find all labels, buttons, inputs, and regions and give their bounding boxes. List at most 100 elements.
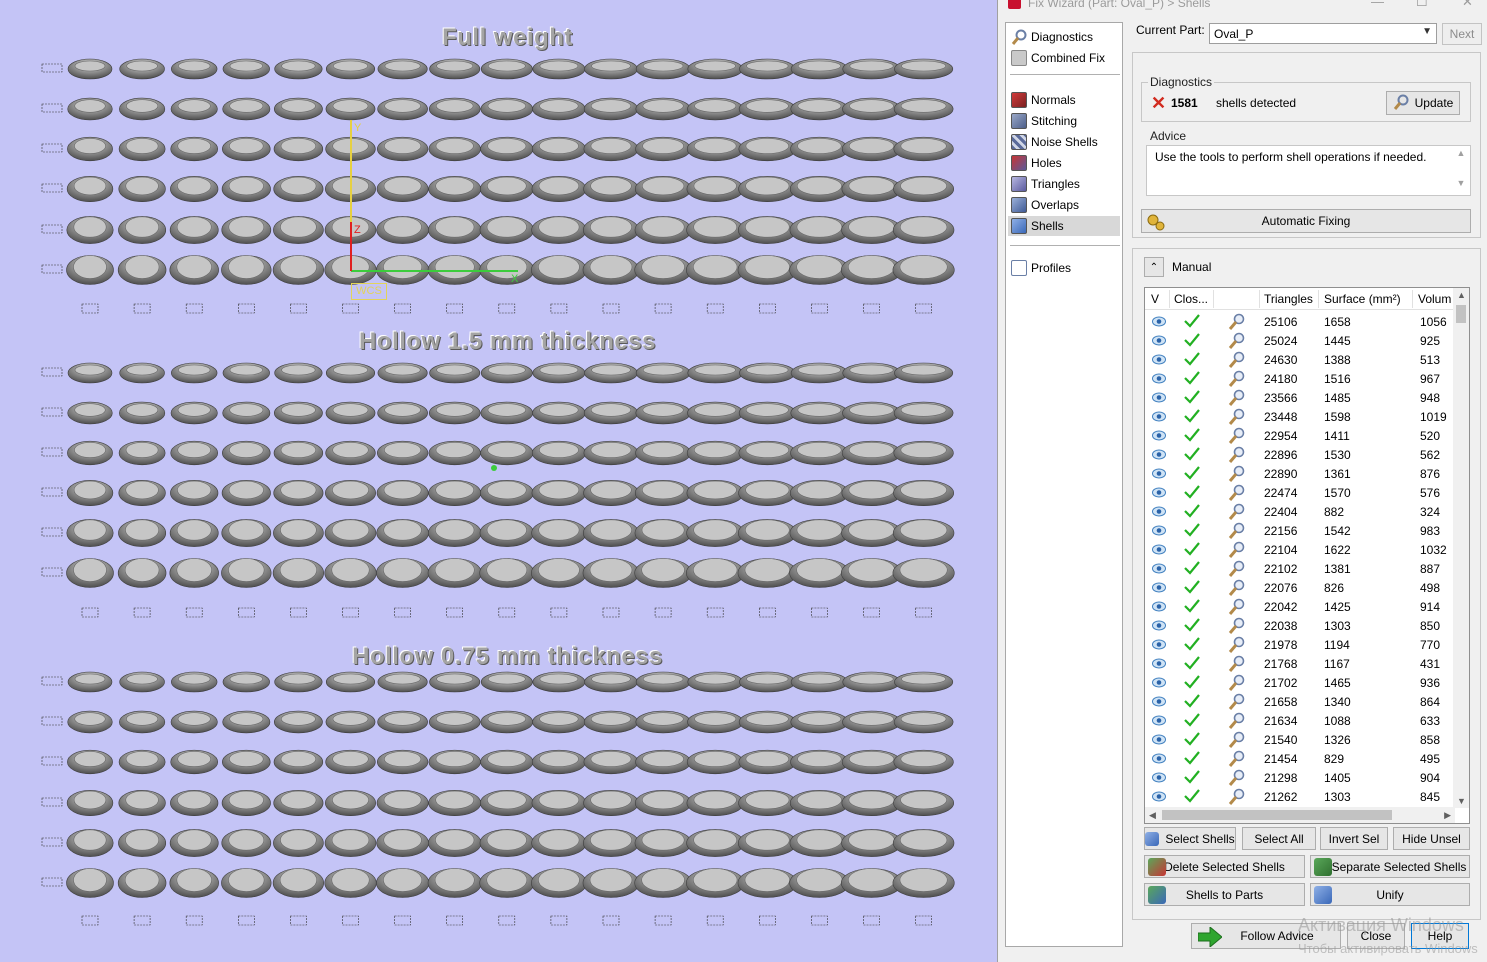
nav-item-noise-shells[interactable]: Noise Shells [1008,132,1120,152]
inspect-magnifier-icon[interactable] [1228,389,1246,407]
maximize-icon[interactable]: ☐ [1416,0,1428,10]
shells-table[interactable]: V Clos... Triangles Surface (mm²) Volum … [1144,287,1470,824]
table-row[interactable]: 21658 1340 864 [1145,692,1459,711]
invert-selection-button[interactable]: Invert Sel [1320,827,1388,850]
visibility-eye-icon[interactable] [1152,639,1166,650]
scroll-up-icon[interactable]: ▲ [1457,290,1466,300]
visibility-eye-icon[interactable] [1152,677,1166,688]
column-header-v[interactable]: V [1151,292,1159,306]
next-button[interactable]: Next [1442,23,1482,45]
visibility-eye-icon[interactable] [1152,525,1166,536]
table-row[interactable]: 21634 1088 633 [1145,711,1459,730]
advice-scrollbar[interactable]: ▲ ▼ [1454,148,1468,194]
table-row[interactable]: 22474 1570 576 [1145,483,1459,502]
inspect-magnifier-icon[interactable] [1228,731,1246,749]
horizontal-scroll-thumb[interactable] [1162,810,1392,820]
visibility-eye-icon[interactable] [1152,658,1166,669]
visibility-eye-icon[interactable] [1152,772,1166,783]
select-shells-button[interactable]: Select Shells [1144,827,1236,850]
inspect-magnifier-icon[interactable] [1228,465,1246,483]
visibility-eye-icon[interactable] [1152,715,1166,726]
visibility-eye-icon[interactable] [1152,316,1166,327]
table-row[interactable]: 24630 1388 513 [1145,350,1459,369]
table-row[interactable]: 21768 1167 431 [1145,654,1459,673]
table-row[interactable]: 24180 1516 967 [1145,369,1459,388]
visibility-eye-icon[interactable] [1152,392,1166,403]
inspect-magnifier-icon[interactable] [1228,617,1246,635]
unify-button[interactable]: Unify [1310,883,1470,906]
nav-item-shells[interactable]: Shells [1008,216,1120,236]
table-row[interactable]: 23566 1485 948 [1145,388,1459,407]
visibility-eye-icon[interactable] [1152,506,1166,517]
advice-textbox[interactable]: Use the tools to perform shell operation… [1146,145,1471,196]
nav-item-holes[interactable]: Holes [1008,153,1120,173]
nav-item-overlaps[interactable]: Overlaps [1008,195,1120,215]
nav-item-stitching[interactable]: Stitching [1008,111,1120,131]
table-row[interactable]: 21978 1194 770 [1145,635,1459,654]
inspect-magnifier-icon[interactable] [1228,332,1246,350]
nav-item-triangles[interactable]: Triangles [1008,174,1120,194]
scroll-left-icon[interactable]: ◀ [1149,810,1156,821]
visibility-eye-icon[interactable] [1152,753,1166,764]
table-row[interactable]: 25106 1658 1056 [1145,312,1459,331]
hide-unselected-button[interactable]: Hide Unsel [1393,827,1470,850]
table-row[interactable]: 22404 882 324 [1145,502,1459,521]
vertical-scroll-thumb[interactable] [1456,305,1466,323]
inspect-magnifier-icon[interactable] [1228,655,1246,673]
visibility-eye-icon[interactable] [1152,449,1166,460]
table-row[interactable]: 21454 829 495 [1145,749,1459,768]
inspect-magnifier-icon[interactable] [1228,351,1246,369]
visibility-eye-icon[interactable] [1152,411,1166,422]
table-row[interactable]: 22954 1411 520 [1145,426,1459,445]
automatic-fixing-button[interactable]: Automatic Fixing [1141,209,1471,233]
column-header-volume[interactable]: Volum [1418,292,1456,306]
table-row[interactable]: 21540 1326 858 [1145,730,1459,749]
table-row[interactable]: 22104 1622 1032 [1145,540,1459,559]
column-header-triangles[interactable]: Triangles [1264,292,1313,306]
inspect-magnifier-icon[interactable] [1228,313,1246,331]
table-row[interactable]: 22038 1303 850 [1145,616,1459,635]
visibility-eye-icon[interactable] [1152,791,1166,802]
inspect-magnifier-icon[interactable] [1228,636,1246,654]
nav-item-combined-fix[interactable]: Combined Fix [1008,48,1120,68]
visibility-eye-icon[interactable] [1152,487,1166,498]
shells-to-parts-button[interactable]: Shells to Parts [1144,883,1305,906]
delete-selected-shells-button[interactable]: Delete Selected Shells [1144,855,1305,878]
nav-item-profiles[interactable]: Profiles [1008,258,1120,278]
update-button[interactable]: Update [1386,91,1460,115]
table-row[interactable]: 25024 1445 925 [1145,331,1459,350]
visibility-eye-icon[interactable] [1152,582,1166,593]
visibility-eye-icon[interactable] [1152,696,1166,707]
inspect-magnifier-icon[interactable] [1228,598,1246,616]
inspect-magnifier-icon[interactable] [1228,769,1246,787]
visibility-eye-icon[interactable] [1152,563,1166,574]
scroll-right-icon[interactable]: ▶ [1444,810,1451,821]
inspect-magnifier-icon[interactable] [1228,503,1246,521]
current-part-select[interactable]: Oval_P ▼ [1209,23,1437,44]
table-row[interactable]: 22156 1542 983 [1145,521,1459,540]
visibility-eye-icon[interactable] [1152,544,1166,555]
visibility-eye-icon[interactable] [1152,620,1166,631]
close-window-icon[interactable]: ✕ [1462,0,1473,10]
inspect-magnifier-icon[interactable] [1228,560,1246,578]
inspect-magnifier-icon[interactable] [1228,788,1246,806]
inspect-magnifier-icon[interactable] [1228,541,1246,559]
inspect-magnifier-icon[interactable] [1228,674,1246,692]
inspect-magnifier-icon[interactable] [1228,408,1246,426]
minimize-icon[interactable]: — [1371,0,1384,9]
inspect-magnifier-icon[interactable] [1228,484,1246,502]
table-row[interactable]: 23448 1598 1019 [1145,407,1459,426]
column-header-closed[interactable]: Clos... [1174,292,1212,306]
inspect-magnifier-icon[interactable] [1228,370,1246,388]
visibility-eye-icon[interactable] [1152,601,1166,612]
column-header-surface[interactable]: Surface (mm²) [1324,292,1401,306]
3d-viewport[interactable]: Full weight Hollow 1.5 mm thickness Holl… [0,0,997,962]
visibility-eye-icon[interactable] [1152,354,1166,365]
table-row[interactable]: 21298 1405 904 [1145,768,1459,787]
visibility-eye-icon[interactable] [1152,468,1166,479]
inspect-magnifier-icon[interactable] [1228,693,1246,711]
visibility-eye-icon[interactable] [1152,373,1166,384]
table-row[interactable]: 22896 1530 562 [1145,445,1459,464]
inspect-magnifier-icon[interactable] [1228,427,1246,445]
inspect-magnifier-icon[interactable] [1228,750,1246,768]
